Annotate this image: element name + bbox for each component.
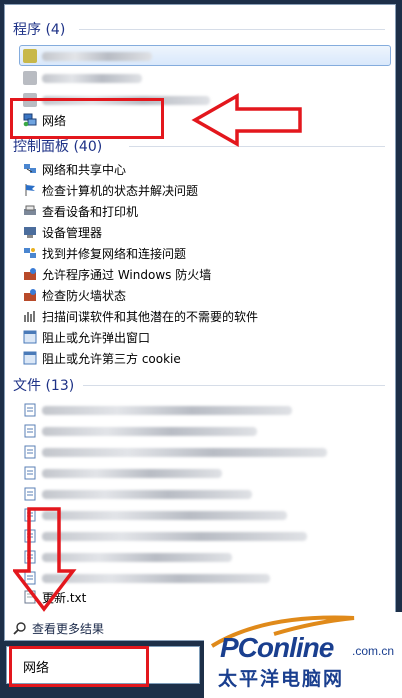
cp-item-third-party-cookie[interactable]: 阻止或允许第三方 cookie xyxy=(23,348,181,368)
cp-item-label: 检查计算机的状态并解决问题 xyxy=(42,183,199,198)
program-item-1[interactable] xyxy=(23,46,152,66)
cp-item-label: 阻止或允许第三方 cookie xyxy=(42,351,181,366)
blurred-label xyxy=(42,531,307,541)
device-manager-icon xyxy=(23,225,37,239)
file-item[interactable] xyxy=(23,442,327,462)
cp-item-firewall-status[interactable]: 检查防火墙状态 xyxy=(23,285,126,305)
blurred-label xyxy=(42,510,287,520)
cp-item-popup-blocker[interactable]: 阻止或允许弹出窗口 xyxy=(23,327,150,347)
control-panel-header: 控制面板 (40) xyxy=(13,139,103,155)
flag-icon xyxy=(23,183,37,197)
cp-item-label: 检查防火墙状态 xyxy=(42,288,127,303)
divider xyxy=(79,29,385,30)
blurred-label xyxy=(42,447,327,457)
brand-domain: .com.cn xyxy=(352,644,395,658)
cp-item-scan-spyware[interactable]: 扫描间谍软件和其他潜在的不需要的软件 xyxy=(23,306,258,326)
cp-item-label: 扫描间谍软件和其他潜在的不需要的软件 xyxy=(42,309,259,324)
document-icon xyxy=(23,445,37,459)
cp-item-label: 找到并修复网络和连接问题 xyxy=(42,246,187,261)
cp-item-label: 阻止或允许弹出窗口 xyxy=(42,330,151,345)
cp-item-label: 查看设备和打印机 xyxy=(42,204,139,219)
see-more-results-label: 查看更多结果 xyxy=(32,621,105,636)
network-share-icon xyxy=(23,162,37,176)
blurred-label xyxy=(42,426,257,436)
document-icon xyxy=(23,487,37,501)
see-more-results-link[interactable]: 查看更多结果 xyxy=(13,618,104,638)
program-icon xyxy=(23,49,37,63)
brand-name: PConline xyxy=(220,632,334,663)
blurred-label xyxy=(42,468,222,478)
file-item[interactable] xyxy=(23,463,222,483)
document-icon xyxy=(23,424,37,438)
annotation-box-search xyxy=(9,646,149,687)
troubleshoot-icon xyxy=(23,246,37,260)
cp-item-label: 允许程序通过 Windows 防火墙 xyxy=(42,267,212,282)
firewall-icon xyxy=(23,288,37,302)
blurred-label xyxy=(42,405,292,415)
start-menu-results-panel: 程序 (4) 网络 控制面板 (40) 网络和共享中心 检查计算机的状态并解决问… xyxy=(4,4,396,641)
internet-options-icon xyxy=(23,330,37,344)
program-icon xyxy=(23,71,37,85)
document-icon xyxy=(23,466,37,480)
cp-item-devices-printers[interactable]: 查看设备和打印机 xyxy=(23,201,138,221)
watermark-logo: PConline .com.cn 太平洋电脑网 xyxy=(204,612,402,698)
program-item-2[interactable] xyxy=(23,68,142,88)
cp-item-action-center[interactable]: 检查计算机的状态并解决问题 xyxy=(23,180,198,200)
annotation-box-network xyxy=(10,98,164,139)
cp-item-allow-firewall[interactable]: 允许程序通过 Windows 防火墙 xyxy=(23,264,211,284)
divider xyxy=(83,385,385,386)
document-icon xyxy=(23,403,37,417)
cp-item-label: 设备管理器 xyxy=(42,225,103,240)
internet-options-icon xyxy=(23,351,37,365)
cp-item-label: 网络和共享中心 xyxy=(42,162,127,177)
annotation-arrow-down xyxy=(13,507,77,612)
programs-header: 程序 (4) xyxy=(13,22,66,38)
brand-chinese: 太平洋电脑网 xyxy=(218,668,345,690)
file-item[interactable] xyxy=(23,421,257,441)
annotation-arrow-left xyxy=(191,93,302,148)
blurred-label xyxy=(42,51,152,61)
printer-icon xyxy=(23,204,37,218)
blurred-label xyxy=(42,73,142,83)
file-item[interactable] xyxy=(23,400,292,420)
files-header: 文件 (13) xyxy=(13,378,75,394)
cp-item-troubleshoot-network[interactable]: 找到并修复网络和连接问题 xyxy=(23,243,186,263)
firewall-icon xyxy=(23,267,37,281)
cp-item-device-manager[interactable]: 设备管理器 xyxy=(23,222,102,242)
cp-item-network-center[interactable]: 网络和共享中心 xyxy=(23,159,126,179)
file-item[interactable] xyxy=(23,484,252,504)
search-icon xyxy=(13,621,27,635)
blurred-label xyxy=(42,489,252,499)
scan-icon xyxy=(23,309,37,323)
